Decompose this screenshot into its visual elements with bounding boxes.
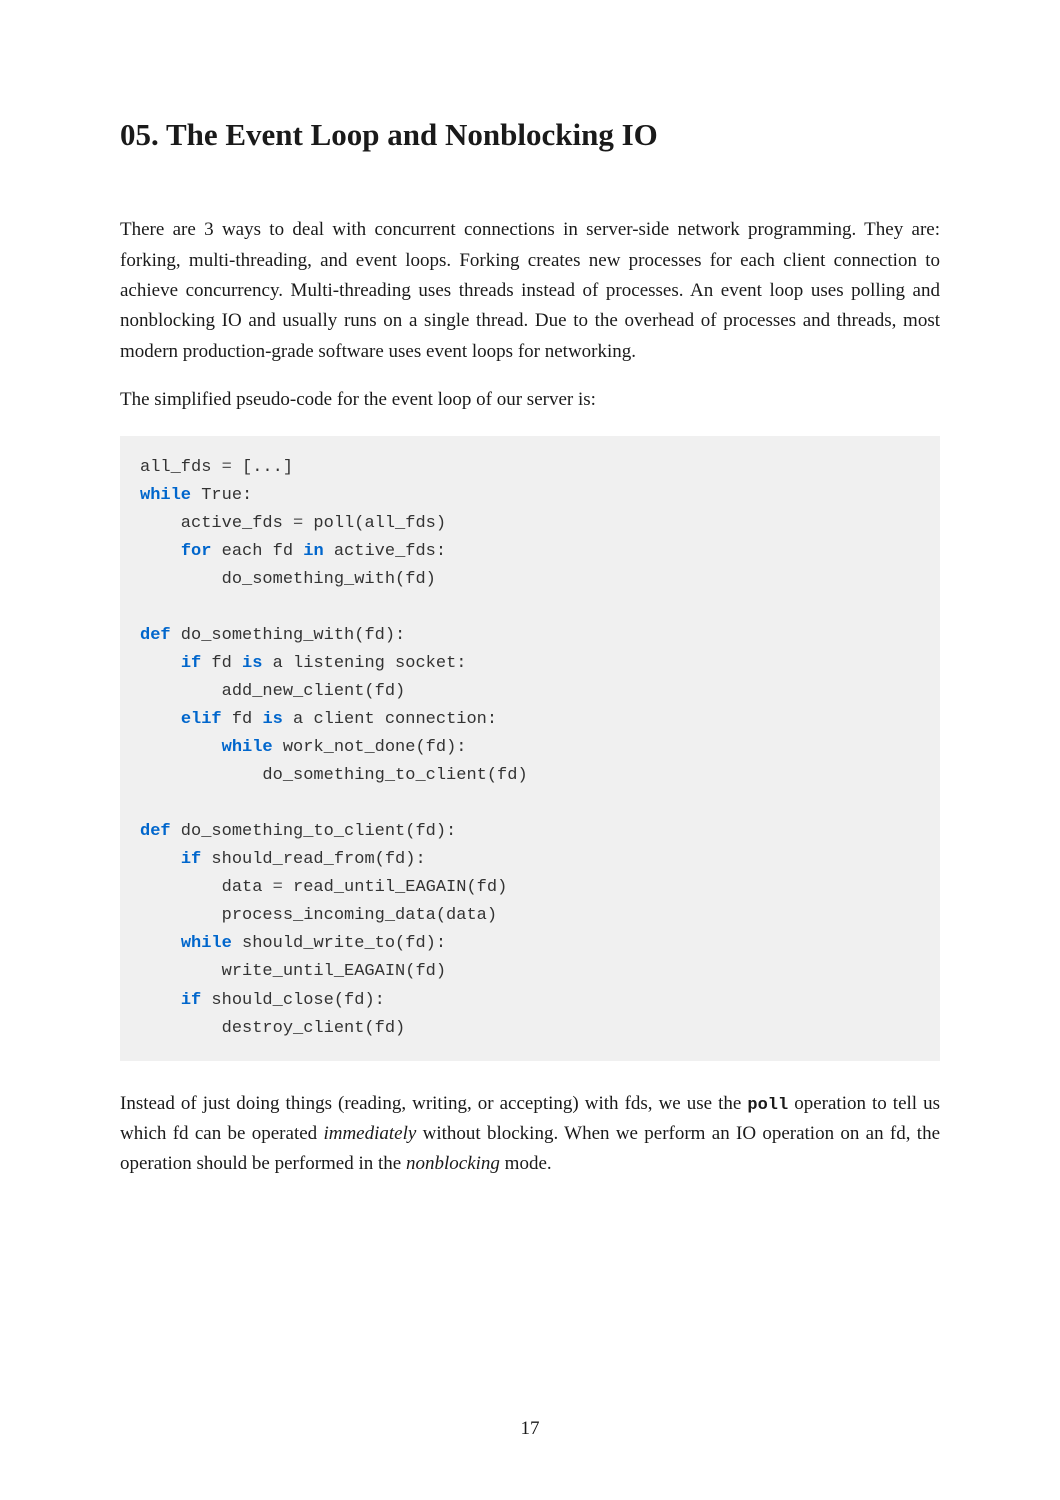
code-text: fd [222, 710, 263, 729]
code-text: each fd [211, 542, 303, 561]
code-text: a listening socket: [262, 654, 466, 673]
text-span: Instead of just doing things (reading, w… [120, 1093, 747, 1114]
code-text: active_fds: [324, 542, 446, 561]
code-text: poll(all_fds) [303, 514, 446, 533]
code-operator: = [273, 878, 283, 897]
code-operator: = [222, 458, 232, 477]
code-text: add_new_client(fd) [140, 682, 405, 701]
code-text: do_something_to_client(fd): [171, 822, 457, 841]
code-text: active_fds [140, 514, 293, 533]
code-text [140, 991, 181, 1010]
code-text: do_something_with(fd): [171, 626, 406, 645]
code-text: process_incoming_data(data) [140, 906, 497, 925]
page-number: 17 [0, 1418, 1060, 1440]
code-keyword: is [242, 654, 262, 673]
code-text: data [140, 878, 273, 897]
code-operator: = [293, 514, 303, 533]
code-text: destroy_client(fd) [140, 1019, 405, 1038]
italic-immediately: immediately [323, 1123, 416, 1144]
code-keyword: while [140, 486, 191, 505]
code-text [140, 542, 181, 561]
code-text: a client connection: [283, 710, 497, 729]
code-text: read_until_EAGAIN(fd) [283, 878, 507, 897]
paragraph-pseudo-intro: The simplified pseudo-code for the event… [120, 385, 940, 415]
code-text [140, 710, 181, 729]
code-text: write_until_EAGAIN(fd) [140, 962, 446, 981]
code-text: work_not_done(fd): [273, 738, 467, 757]
code-text: should_close(fd): [201, 991, 385, 1010]
code-keyword: def [140, 626, 171, 645]
code-block-event-loop: all_fds = [...] while True: active_fds =… [120, 436, 940, 1061]
code-text: all_fds [140, 458, 222, 477]
code-text: fd [201, 654, 242, 673]
code-text: [...] [232, 458, 293, 477]
code-keyword: for [181, 542, 212, 561]
code-keyword: if [181, 654, 201, 673]
code-keyword: in [303, 542, 323, 561]
code-text: should_read_from(fd): [201, 850, 425, 869]
chapter-title: 05. The Event Loop and Nonblocking IO [120, 115, 940, 155]
code-text [140, 654, 181, 673]
code-text: should_write_to(fd): [232, 934, 446, 953]
code-text: True: [191, 486, 252, 505]
code-keyword: elif [181, 710, 222, 729]
text-span: mode. [500, 1153, 552, 1174]
code-keyword: def [140, 822, 171, 841]
code-keyword: is [262, 710, 282, 729]
inline-code-poll: poll [747, 1096, 788, 1115]
paragraph-intro: There are 3 ways to deal with concurrent… [120, 215, 940, 367]
paragraph-poll-explanation: Instead of just doing things (reading, w… [120, 1089, 940, 1180]
code-keyword: while [181, 934, 232, 953]
code-text [140, 850, 181, 869]
code-text [140, 738, 222, 757]
code-text [140, 934, 181, 953]
code-text: do_something_to_client(fd) [140, 766, 528, 785]
code-text: do_something_with(fd) [140, 570, 436, 589]
code-keyword: if [181, 991, 201, 1010]
code-keyword: while [222, 738, 273, 757]
italic-nonblocking: nonblocking [406, 1153, 500, 1174]
code-keyword: if [181, 850, 201, 869]
